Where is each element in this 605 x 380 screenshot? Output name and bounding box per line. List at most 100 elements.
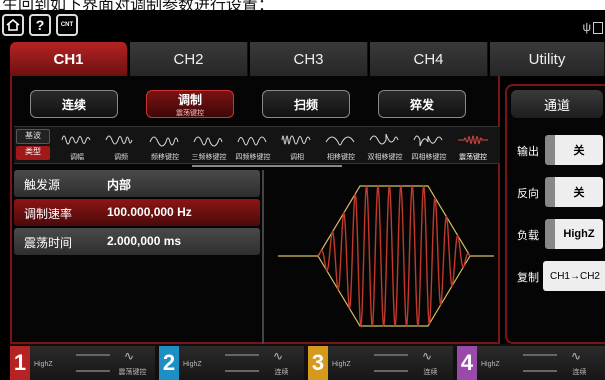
function-generator-screen: 生回到如下界面对调制参数进行设置： ? CNT ψ CH1 CH2 CH3 CH… — [0, 0, 605, 380]
param-value: 2.000,000 ms — [107, 234, 182, 248]
3fsk-wave-icon — [193, 136, 223, 147]
panel-divider — [262, 170, 264, 344]
side-row-invert: 反向 关 — [511, 176, 605, 208]
mode-label: 扫频 — [293, 97, 318, 112]
tab-label: CH3 — [293, 50, 324, 68]
channel-1-status[interactable]: 1 HighZ ∿ 震荡键控 — [10, 346, 155, 380]
copy-channel-button[interactable]: CH1→CH2 — [543, 261, 605, 291]
side-row-label: 反向 — [517, 188, 539, 200]
mod-type-psk[interactable]: 相移键控 — [318, 130, 364, 162]
help-label: ? — [35, 17, 45, 33]
type-header: 基波 类型 — [16, 129, 50, 161]
mode-sub-label: 震荡键控 — [176, 109, 204, 117]
mode-burst-button[interactable]: 猝发 — [378, 90, 466, 118]
osk-waveform-graphic — [278, 184, 494, 328]
mode-label: 猝发 — [409, 97, 434, 112]
mod-type-label: 调幅 — [70, 154, 84, 161]
channel-2-status[interactable]: 2 HighZ ∿ 连续 — [159, 346, 304, 380]
mod-type-bpsk[interactable]: 双相移键控 — [362, 130, 408, 162]
channel-3-status[interactable]: 3 HighZ ∿ 连续 — [308, 346, 453, 380]
channel-number: 1 — [10, 346, 30, 380]
mod-type-am[interactable]: 调幅 — [54, 130, 100, 162]
tab-label: Utility — [528, 50, 566, 68]
top-toolbar: ? CNT ψ — [0, 10, 605, 42]
channel-number: 4 — [457, 346, 477, 380]
tab-label: CH1 — [53, 50, 84, 68]
side-row-label: 负载 — [517, 230, 539, 242]
counter-button[interactable]: CNT — [56, 14, 78, 36]
bpsk-wave-icon — [369, 133, 399, 145]
channel-mode: 连续 — [274, 369, 289, 376]
sine-icon: ∿ — [422, 349, 433, 363]
tab-ch3[interactable]: CH3 — [250, 42, 368, 76]
channel-level-bar — [374, 354, 408, 372]
mod-type-label: 三频移键控 — [191, 154, 227, 161]
type-label: 类型 — [16, 146, 50, 160]
mod-type-label: 双相移键控 — [367, 154, 403, 161]
mode-modulation-button[interactable]: 调制 震荡键控 — [146, 90, 234, 118]
param-row-oscillation-time[interactable]: 震荡时间 2.000,000 ms — [14, 228, 260, 255]
mod-type-fm[interactable]: 调频 — [98, 130, 144, 162]
4fsk-wave-icon — [237, 136, 267, 146]
mod-type-label: 四频移键控 — [235, 154, 271, 161]
side-row-label: 复制 — [517, 272, 539, 284]
base-wave-label: 基波 — [16, 129, 50, 144]
side-row-load: 负载 HighZ — [511, 218, 605, 250]
mode-label: 连续 — [61, 97, 86, 112]
caption-text: 生回到如下界面对调制参数进行设置： — [0, 0, 605, 10]
channel-impedance: HighZ — [332, 361, 351, 368]
mod-type-fsk[interactable]: 频移键控 — [142, 130, 188, 162]
side-row-label: 输出 — [517, 146, 539, 158]
am-wave-icon — [61, 135, 91, 145]
output-toggle[interactable]: 关 — [545, 135, 603, 165]
osk-wave-icon — [458, 135, 488, 145]
usb-icon: ψ — [582, 20, 591, 34]
tab-ch4[interactable]: CH4 — [370, 42, 488, 76]
mod-type-label: 四相移键控 — [411, 154, 447, 161]
channel-level-bar — [225, 354, 259, 372]
ch1-settings-panel: 连续 调制 震荡键控 扫频 猝发 基波 类型 调幅 调频 频移键控 三频移键控 … — [10, 76, 500, 344]
channel-impedance: HighZ — [183, 361, 202, 368]
param-row-mod-rate[interactable]: 调制速率 100.000,000 Hz — [14, 199, 260, 226]
mod-type-4fsk[interactable]: 四频移键控 — [230, 130, 276, 162]
mod-type-label: 频移键控 — [151, 154, 179, 161]
mod-type-label: 震荡键控 — [459, 154, 487, 161]
tab-utility[interactable]: Utility — [490, 42, 605, 76]
home-button[interactable] — [2, 14, 24, 36]
mod-type-3fsk[interactable]: 三频移键控 — [186, 130, 232, 162]
invert-toggle[interactable]: 关 — [545, 177, 603, 207]
channel-tabs: CH1 CH2 CH3 CH4 Utility — [10, 42, 605, 76]
mode-continuous-button[interactable]: 连续 — [30, 90, 118, 118]
load-selector[interactable]: HighZ — [545, 219, 603, 249]
channel-mode: 震荡键控 — [118, 369, 147, 376]
channel-impedance: HighZ — [34, 361, 53, 368]
counter-label: CNT — [60, 22, 74, 28]
help-button[interactable]: ? — [29, 14, 51, 36]
qpsk-wave-icon — [413, 135, 443, 147]
mod-type-osk[interactable]: 震荡键控 — [450, 130, 496, 162]
tab-label: CH4 — [413, 50, 444, 68]
channel-impedance: HighZ — [481, 361, 500, 368]
channel-level-bar — [76, 354, 110, 372]
mod-type-pm[interactable]: 调相 — [274, 130, 320, 162]
channel-mode: 连续 — [572, 369, 587, 376]
tab-label: CH2 — [173, 50, 204, 68]
tab-ch1[interactable]: CH1 — [10, 42, 128, 76]
channel-number: 2 — [159, 346, 179, 380]
param-label: 调制速率 — [24, 207, 73, 221]
param-label: 震荡时间 — [24, 236, 73, 250]
mod-type-label: 调相 — [290, 154, 304, 161]
tab-ch2[interactable]: CH2 — [130, 42, 248, 76]
sine-icon: ∿ — [124, 349, 135, 363]
mode-sweep-button[interactable]: 扫频 — [262, 90, 350, 118]
psk-wave-icon — [325, 136, 355, 146]
param-label: 触发源 — [24, 178, 61, 192]
type-strip-scrollbar[interactable] — [192, 165, 342, 167]
modulation-type-strip: 基波 类型 调幅 调频 频移键控 三频移键控 四频移键控 调相 相移键控 双相移… — [14, 126, 500, 164]
pm-wave-icon — [281, 135, 311, 145]
param-row-trigger-source[interactable]: 触发源 内部 — [14, 170, 260, 197]
side-title-label: 通道 — [543, 97, 570, 113]
channel-4-status[interactable]: 4 HighZ ∿ 连续 — [457, 346, 605, 380]
sine-icon: ∿ — [273, 349, 284, 363]
mod-type-qpsk[interactable]: 四相移键控 — [406, 130, 452, 162]
